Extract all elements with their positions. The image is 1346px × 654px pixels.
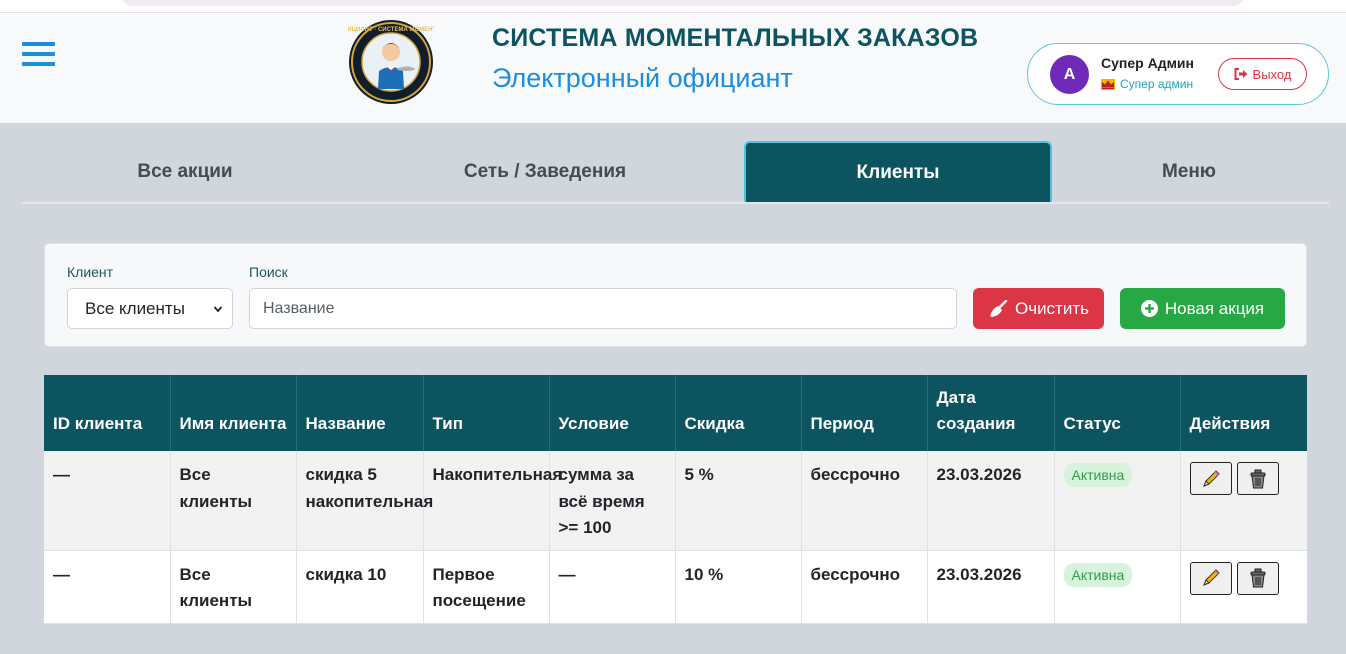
cell-client-name: Все клиенты xyxy=(170,451,297,551)
hamburger-icon[interactable] xyxy=(22,42,55,68)
app-header: ЭЛЕКТРОННЫЙ ОФИЦИАНТ · СИСТЕМА МОМЕНТАЛЬ… xyxy=(0,12,1346,106)
broom-icon xyxy=(989,299,1008,317)
cell-type: Накопительная xyxy=(423,451,562,551)
tab-clients[interactable]: Клиенты xyxy=(744,141,1052,202)
new-promotion-button[interactable]: Новая акция xyxy=(1120,288,1285,329)
col-status[interactable]: Статус xyxy=(1054,375,1181,451)
col-created[interactable]: Дата создания xyxy=(927,375,1055,451)
col-name[interactable]: Название xyxy=(296,375,424,451)
filter-panel: Клиент Все клиенты Поиск Очистить Новая … xyxy=(44,243,1307,347)
promotions-table: ID клиента Имя клиента Название Тип Усло… xyxy=(44,375,1307,624)
col-client-id[interactable]: ID клиента xyxy=(44,375,171,451)
delete-button[interactable] xyxy=(1237,462,1280,495)
cell-name: скидка 10 xyxy=(296,550,424,624)
header-bottom xyxy=(0,106,1346,123)
cell-client-name: Все клиенты xyxy=(170,550,297,624)
client-select[interactable]: Все клиенты xyxy=(67,288,233,329)
cell-type: Первое посещение xyxy=(423,550,550,624)
clear-label: Очистить xyxy=(1014,298,1089,318)
cell-discount: 10 % xyxy=(675,550,802,624)
tab-all-promotions[interactable]: Все акции xyxy=(22,141,348,202)
cell-client-id: — xyxy=(44,451,171,551)
cell-actions xyxy=(1180,451,1307,551)
user-role: Супер админ xyxy=(1101,77,1193,91)
col-condition[interactable]: Условие xyxy=(549,375,676,451)
logo-text: ЭЛЕКТРОННЫЙ ОФИЦИАНТ · СИСТЕМА МОМЕНТАЛЬ… xyxy=(348,25,434,33)
new-promotion-label: Новая акция xyxy=(1164,298,1265,318)
user-name: Супер Админ xyxy=(1101,55,1194,71)
cell-name: скидка 5 накопительная xyxy=(296,451,433,551)
status-badge: Активна xyxy=(1063,562,1133,587)
cell-condition: сумма за всё время >= 100 xyxy=(549,451,676,551)
top-strip-pill xyxy=(122,0,1244,6)
plus-circle-icon xyxy=(1140,300,1158,317)
cell-discount: 5 % xyxy=(675,451,802,551)
tab-bar: Все акции Сеть / Заведения Клиенты Меню xyxy=(22,141,1329,204)
trash-icon xyxy=(1250,568,1266,588)
logout-label: Выход xyxy=(1252,66,1292,82)
tab-menu[interactable]: Меню xyxy=(1052,141,1326,202)
pencil-icon xyxy=(1202,469,1220,487)
user-card: A Супер Админ Супер админ Выход xyxy=(1027,43,1329,105)
cell-period: бессрочно xyxy=(801,550,928,624)
client-select-value: Все клиенты xyxy=(85,298,185,318)
table-header-row: ID клиента Имя клиента Название Тип Усло… xyxy=(44,375,1307,451)
table-row: — Все клиенты скидка 10 Первое посещение… xyxy=(44,550,1307,624)
cell-created: 23.03.2026 xyxy=(927,451,1055,551)
svg-text:ЭЛЕКТРОННЫЙ ОФИЦИАНТ · СИСТЕМА: ЭЛЕКТРОННЫЙ ОФИЦИАНТ · СИСТЕМА МОМЕНТАЛЬ… xyxy=(348,25,434,33)
chevron-down-icon xyxy=(213,306,223,313)
cell-condition: — xyxy=(549,550,676,624)
pencil-icon xyxy=(1202,569,1220,586)
clear-button[interactable]: Очистить xyxy=(973,288,1104,329)
client-filter-label: Клиент xyxy=(67,264,114,280)
page-title: СИСТЕМА МОМЕНТАЛЬНЫХ ЗАКАЗОВ xyxy=(492,24,979,52)
page-subtitle: Электронный официант xyxy=(492,63,793,93)
user-role-label: Супер админ xyxy=(1120,77,1194,91)
col-client-name[interactable]: Имя клиента xyxy=(170,375,297,451)
cell-status: Активна xyxy=(1054,550,1181,624)
search-input[interactable] xyxy=(249,288,957,329)
crown-icon xyxy=(1101,78,1115,90)
search-label: Поиск xyxy=(249,264,288,280)
cell-status: Активна xyxy=(1054,451,1181,551)
sign-out-icon xyxy=(1234,68,1248,80)
cell-created: 23.03.2026 xyxy=(927,550,1055,624)
waiter-logo: ЭЛЕКТРОННЫЙ ОФИЦИАНТ · СИСТЕМА МОМЕНТАЛЬ… xyxy=(348,20,434,104)
col-period[interactable]: Период xyxy=(801,375,928,451)
tab-network-venues[interactable]: Сеть / Заведения xyxy=(382,141,708,202)
table-row: — Все клиенты скидка 5 накопительная Нак… xyxy=(44,451,1307,551)
delete-button[interactable] xyxy=(1237,561,1280,595)
top-strip xyxy=(0,0,1346,12)
avatar: A xyxy=(1050,55,1089,94)
cell-period: бессрочно xyxy=(801,451,928,551)
logout-button[interactable]: Выход xyxy=(1218,58,1307,90)
edit-button[interactable] xyxy=(1189,561,1232,595)
trash-icon xyxy=(1250,469,1266,488)
status-badge: Активна xyxy=(1063,463,1133,487)
col-discount[interactable]: Скидка xyxy=(675,375,802,451)
cell-actions xyxy=(1180,550,1307,624)
cell-client-id: — xyxy=(44,550,171,624)
col-type[interactable]: Тип xyxy=(423,375,550,451)
col-actions: Действия xyxy=(1180,375,1307,451)
edit-button[interactable] xyxy=(1189,462,1232,495)
